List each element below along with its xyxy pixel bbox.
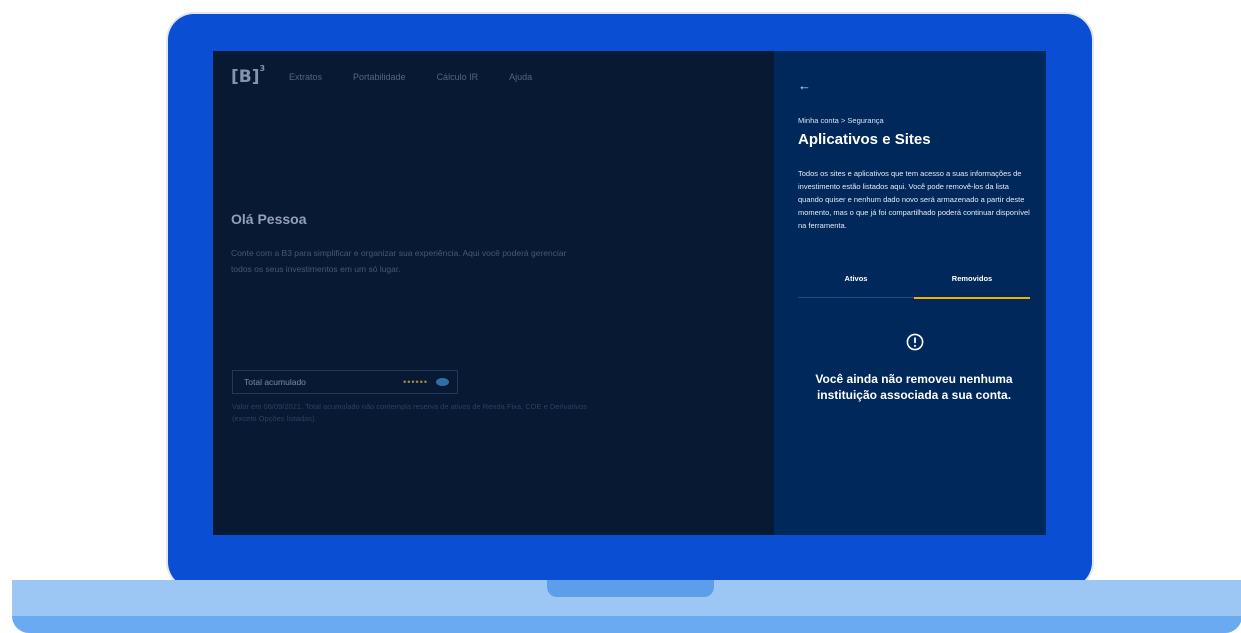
nav-item-ajuda[interactable]: Ajuda xyxy=(509,72,532,82)
nav-item-extratos[interactable]: Extratos xyxy=(289,72,322,82)
b3-logo[interactable]: [B]3 xyxy=(231,65,265,89)
total-value-hidden: •••••• xyxy=(403,377,428,387)
total-accumulated-card: Total acumulado •••••• xyxy=(232,370,458,394)
apps-sites-panel: ← Minha conta > Segurança Aplicativos e … xyxy=(774,51,1046,535)
tabs: Ativos Removidos xyxy=(798,267,1030,299)
top-nav: Extratos Portabilidade Cálculo IR Ajuda xyxy=(289,72,532,82)
laptop-screen: [B]3 Extratos Portabilidade Cálculo IR A… xyxy=(213,51,1046,535)
dashboard-background: [B]3 Extratos Portabilidade Cálculo IR A… xyxy=(213,51,774,535)
breadcrumb: Minha conta > Segurança xyxy=(798,116,884,125)
nav-item-calculo-ir[interactable]: Cálculo IR xyxy=(437,72,479,82)
tab-removidos[interactable]: Removidos xyxy=(914,267,1030,299)
greeting: Olá Pessoa xyxy=(231,211,307,227)
back-arrow-icon[interactable]: ← xyxy=(798,79,812,93)
total-value-group: •••••• xyxy=(403,377,449,387)
footnote: Valor em 06/09/2021. Total acumulado não… xyxy=(232,402,587,423)
tab-ativos[interactable]: Ativos xyxy=(798,267,914,297)
alert-circle-icon xyxy=(906,333,924,351)
page-title: Aplicativos e Sites xyxy=(798,131,931,148)
intro-text: Conte com a B3 para simplificar e organi… xyxy=(231,248,567,274)
panel-description: Todos os sites e aplicativos que tem ace… xyxy=(798,169,1030,230)
logo-text: [B] xyxy=(231,67,260,87)
eye-icon[interactable] xyxy=(436,378,449,386)
total-label: Total acumulado xyxy=(244,377,306,387)
empty-state-message: Você ainda não removeu nenhuma instituiç… xyxy=(815,372,1013,402)
logo-sup: 3 xyxy=(259,64,266,73)
laptop-notch xyxy=(547,580,714,597)
nav-item-portabilidade[interactable]: Portabilidade xyxy=(353,72,406,82)
laptop-base-lip xyxy=(12,616,1241,633)
